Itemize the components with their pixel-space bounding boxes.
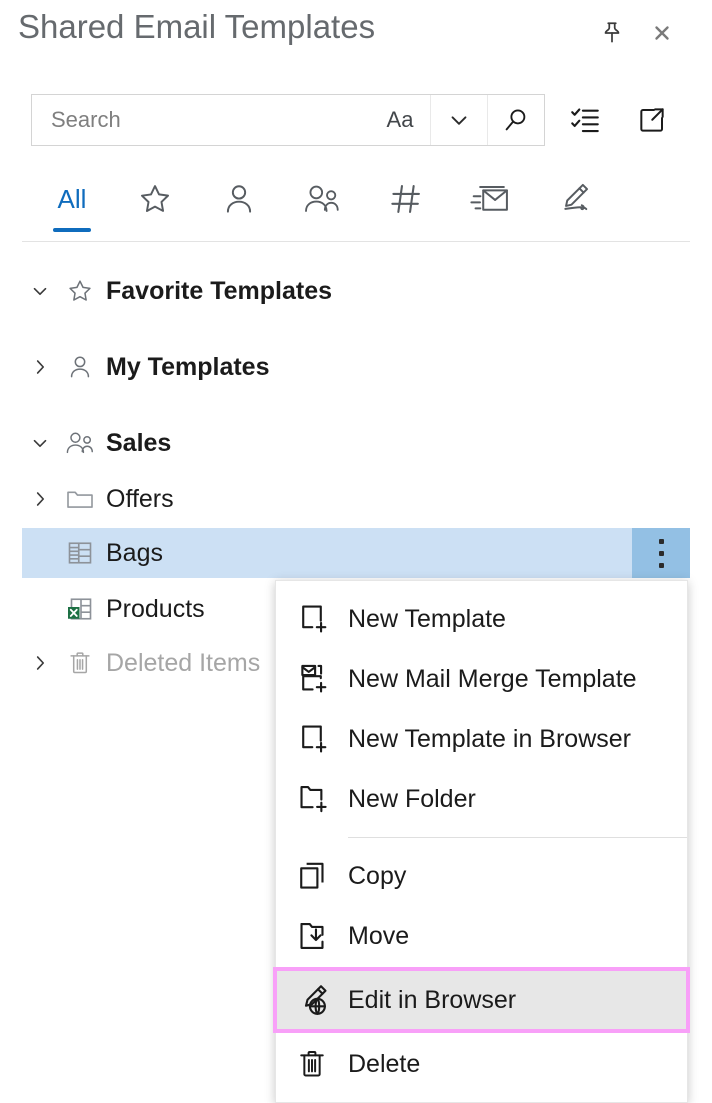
popout-button[interactable] — [628, 96, 676, 144]
tree-item-label: Favorite Templates — [106, 276, 333, 305]
pin-icon — [599, 20, 625, 46]
tree-item-my-templates[interactable]: My Templates — [22, 342, 690, 392]
menu-item-copy[interactable]: Copy — [276, 846, 687, 906]
search-options-button[interactable] — [430, 95, 487, 145]
context-menu: New Template New Mail Merge Template New… — [273, 580, 690, 1103]
excel-table-icon — [58, 594, 102, 624]
menu-item-new-template[interactable]: New Template — [276, 589, 687, 649]
menu-item-label: Move — [348, 921, 410, 950]
row-overflow-menu-button[interactable] — [632, 528, 690, 578]
menu-item-label: Edit in Browser — [348, 985, 517, 1014]
match-case-label: Aa — [386, 107, 414, 132]
menu-item-label: New Template — [348, 604, 506, 633]
tab-signatures[interactable] — [546, 170, 602, 242]
tab-all-label: All — [57, 184, 87, 214]
tab-favorites[interactable] — [127, 170, 183, 242]
more-options-icon — [658, 538, 664, 568]
new-folder-icon — [276, 782, 348, 816]
tree-item-label: Deleted Items — [106, 648, 261, 677]
tree-item-label: Sales — [106, 428, 172, 457]
tab-active-indicator — [53, 228, 91, 232]
search-toolbar: Aa — [0, 90, 712, 154]
close-button[interactable] — [645, 16, 679, 50]
copy-icon — [276, 859, 348, 893]
checklist-button[interactable] — [561, 96, 609, 144]
tab-strip: All — [0, 170, 712, 242]
edit-in-browser-icon — [276, 982, 348, 1018]
tree-item-label: Offers — [106, 484, 174, 513]
person-icon — [58, 353, 102, 381]
menu-item-label: Delete — [348, 1049, 421, 1078]
chevron-down-icon[interactable] — [22, 432, 58, 454]
people-icon — [58, 429, 102, 457]
search-box: Aa — [31, 94, 545, 146]
people-icon — [302, 181, 342, 217]
new-document-icon — [276, 602, 348, 636]
tab-my-templates[interactable] — [211, 170, 267, 242]
tree-item-label: My Templates — [106, 352, 270, 381]
open-in-new-window-icon — [636, 104, 668, 136]
tab-all[interactable]: All — [44, 170, 100, 242]
tree-item-sales[interactable]: Sales — [22, 418, 690, 468]
menu-item-new-folder[interactable]: New Folder — [276, 769, 687, 829]
chevron-right-icon[interactable] — [22, 488, 58, 510]
new-document-icon — [276, 722, 348, 756]
hash-icon — [388, 181, 424, 217]
trash-icon — [58, 649, 102, 677]
tree-item-bags[interactable]: Bags — [22, 528, 690, 578]
checklist-icon — [568, 103, 602, 137]
trash-icon — [276, 1047, 348, 1081]
magnifier-icon — [501, 105, 531, 135]
menu-item-label: New Mail Merge Template — [348, 664, 637, 693]
tab-hashtags[interactable] — [378, 170, 434, 242]
match-case-button[interactable]: Aa — [370, 95, 430, 145]
search-input[interactable] — [32, 95, 370, 145]
folder-icon — [58, 485, 102, 513]
new-mail-merge-icon — [276, 662, 348, 696]
tabs-divider — [22, 241, 690, 242]
chevron-down-icon[interactable] — [22, 280, 58, 302]
menu-item-label: New Folder — [348, 784, 476, 813]
pin-button[interactable] — [595, 16, 629, 50]
tree-item-label: Bags — [106, 538, 163, 567]
signature-pen-icon — [554, 181, 594, 217]
page-title: Shared Email Templates — [18, 8, 376, 45]
mail-send-icon — [470, 182, 510, 216]
menu-item-edit-in-browser[interactable]: Edit in Browser — [273, 967, 690, 1033]
chevron-down-icon — [446, 107, 472, 133]
menu-item-new-template-in-browser[interactable]: New Template in Browser — [276, 709, 687, 769]
tree-item-favorite-templates[interactable]: Favorite Templates — [22, 266, 690, 316]
person-icon — [221, 181, 257, 217]
chevron-right-icon[interactable] — [22, 356, 58, 378]
chevron-right-icon[interactable] — [22, 652, 58, 674]
tab-team-templates[interactable] — [294, 170, 350, 242]
menu-item-label: New Template in Browser — [348, 724, 631, 753]
menu-item-delete[interactable]: Delete — [276, 1034, 687, 1094]
tab-mail-merge[interactable] — [462, 170, 518, 242]
menu-item-new-mail-merge-template[interactable]: New Mail Merge Template — [276, 649, 687, 709]
tree-item-label: Products — [106, 594, 205, 623]
menu-item-label: Copy — [348, 861, 407, 890]
star-icon — [137, 181, 173, 217]
move-icon — [276, 919, 348, 953]
menu-separator — [348, 837, 687, 838]
menu-item-move[interactable]: Move — [276, 906, 687, 966]
title-bar: Shared Email Templates — [0, 0, 712, 78]
close-icon — [651, 22, 673, 44]
search-submit-button[interactable] — [487, 95, 544, 145]
star-icon — [58, 277, 102, 305]
table-icon — [58, 538, 102, 568]
tree-item-offers[interactable]: Offers — [22, 474, 690, 524]
